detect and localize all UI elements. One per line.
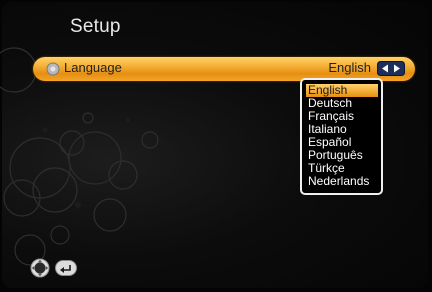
language-option[interactable]: Nederlands [306,175,378,188]
left-right-arrows-icon[interactable] [377,61,405,76]
ok-button-icon [30,258,50,278]
gear-bullet-icon [46,62,60,76]
setup-screen: Setup Language English English Deutsch F… [0,0,432,292]
page-title: Setup [70,16,121,37]
return-arrow-icon [55,260,77,276]
language-dropdown[interactable]: English Deutsch Français Italiano Españo… [300,78,383,195]
language-value: English [328,60,371,75]
language-label: Language [64,60,122,75]
